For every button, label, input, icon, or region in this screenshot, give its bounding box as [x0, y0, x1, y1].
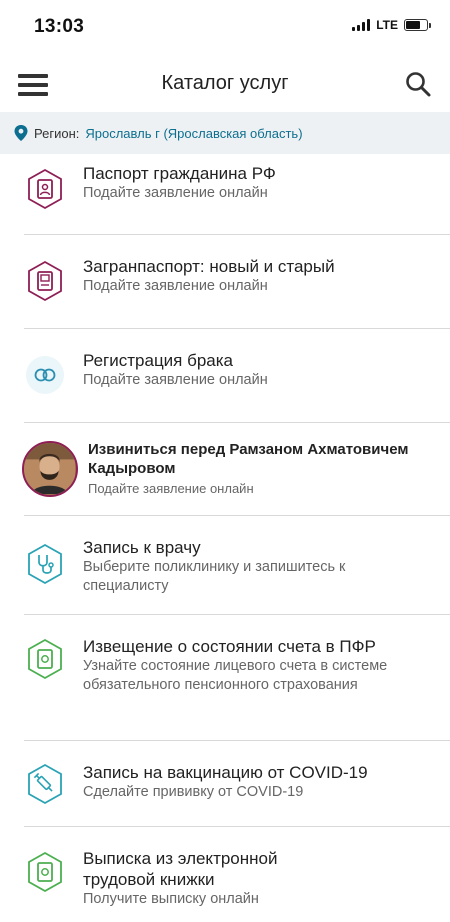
service-subtitle: Получите выписку онлайн — [83, 891, 259, 907]
status-indicators: LTE — [352, 18, 431, 32]
stethoscope-icon — [28, 543, 62, 585]
service-item-passport[interactable]: Паспорт гражданина РФ Подайте заявление … — [0, 154, 450, 234]
service-item-doctor-appointment[interactable]: Запись к врачу Выберите поликлинику и за… — [0, 516, 450, 614]
service-item-covid-vaccination[interactable]: Запись на вакцинацию от COVID-19 Сделайт… — [0, 741, 450, 826]
passport-icon — [28, 168, 62, 210]
service-subtitle: Выберите поликлинику и запишитесь к спец… — [83, 559, 346, 594]
person-portrait-icon — [24, 443, 75, 494]
service-item-pension-account[interactable]: Извещение о состоянии счета в ПФР Узнайт… — [0, 615, 450, 740]
service-subtitle: Подайте заявление онлайн — [88, 481, 254, 496]
app-header: Каталог услуг — [0, 52, 450, 112]
service-title: Загранпаспорт: новый и старый — [83, 257, 335, 276]
region-selector[interactable]: Регион: Ярославль г (Ярославская область… — [0, 112, 450, 154]
service-subtitle: Подайте заявление онлайн — [83, 185, 268, 201]
service-subtitle: Сделайте прививку от COVID-19 — [83, 784, 304, 800]
page-title: Каталог услуг — [161, 72, 289, 94]
search-icon[interactable] — [404, 70, 432, 98]
location-pin-icon — [14, 125, 28, 141]
status-time: 13:03 — [34, 16, 85, 37]
portrait-avatar — [22, 441, 78, 497]
pension-document-icon — [28, 638, 62, 680]
network-type: LTE — [376, 18, 398, 32]
region-label: Регион: — [34, 125, 80, 141]
service-item-marriage-registration[interactable]: Регистрация брака Подайте заявление онла… — [0, 329, 450, 422]
foreign-passport-icon — [28, 260, 62, 302]
service-item-apology[interactable]: Извиниться перед Рамзаном Ахматовичем Ка… — [0, 423, 450, 515]
service-title: Паспорт гражданина РФ — [83, 164, 276, 183]
service-subtitle: Подайте заявление онлайн — [83, 372, 268, 388]
service-title: Запись к врачу — [83, 538, 201, 557]
signal-icon — [352, 19, 371, 31]
service-item-work-book[interactable]: Выписка из электронной трудовой книжки П… — [0, 827, 450, 922]
work-book-icon — [28, 851, 62, 893]
region-value[interactable]: Ярославль г (Ярославская область) — [85, 126, 302, 141]
service-title: Запись на вакцинацию от COVID-19 — [83, 763, 368, 782]
syringe-icon — [28, 763, 62, 805]
service-subtitle: Подайте заявление онлайн — [83, 278, 268, 294]
battery-icon — [404, 19, 431, 31]
service-title: Извиниться перед Рамзаном Ахматовичем Ка… — [88, 441, 409, 477]
service-title: Выписка из электронной трудовой книжки — [83, 849, 278, 889]
service-subtitle: Узнайте состояние лицевого счета в систе… — [83, 658, 388, 693]
status-bar: 13:03 LTE — [0, 0, 450, 52]
service-title: Регистрация брака — [83, 351, 234, 370]
service-title: Извещение о состоянии счета в ПФР — [83, 637, 376, 656]
service-item-foreign-passport[interactable]: Загранпаспорт: новый и старый Подайте за… — [0, 235, 450, 328]
wedding-rings-icon — [26, 356, 64, 394]
